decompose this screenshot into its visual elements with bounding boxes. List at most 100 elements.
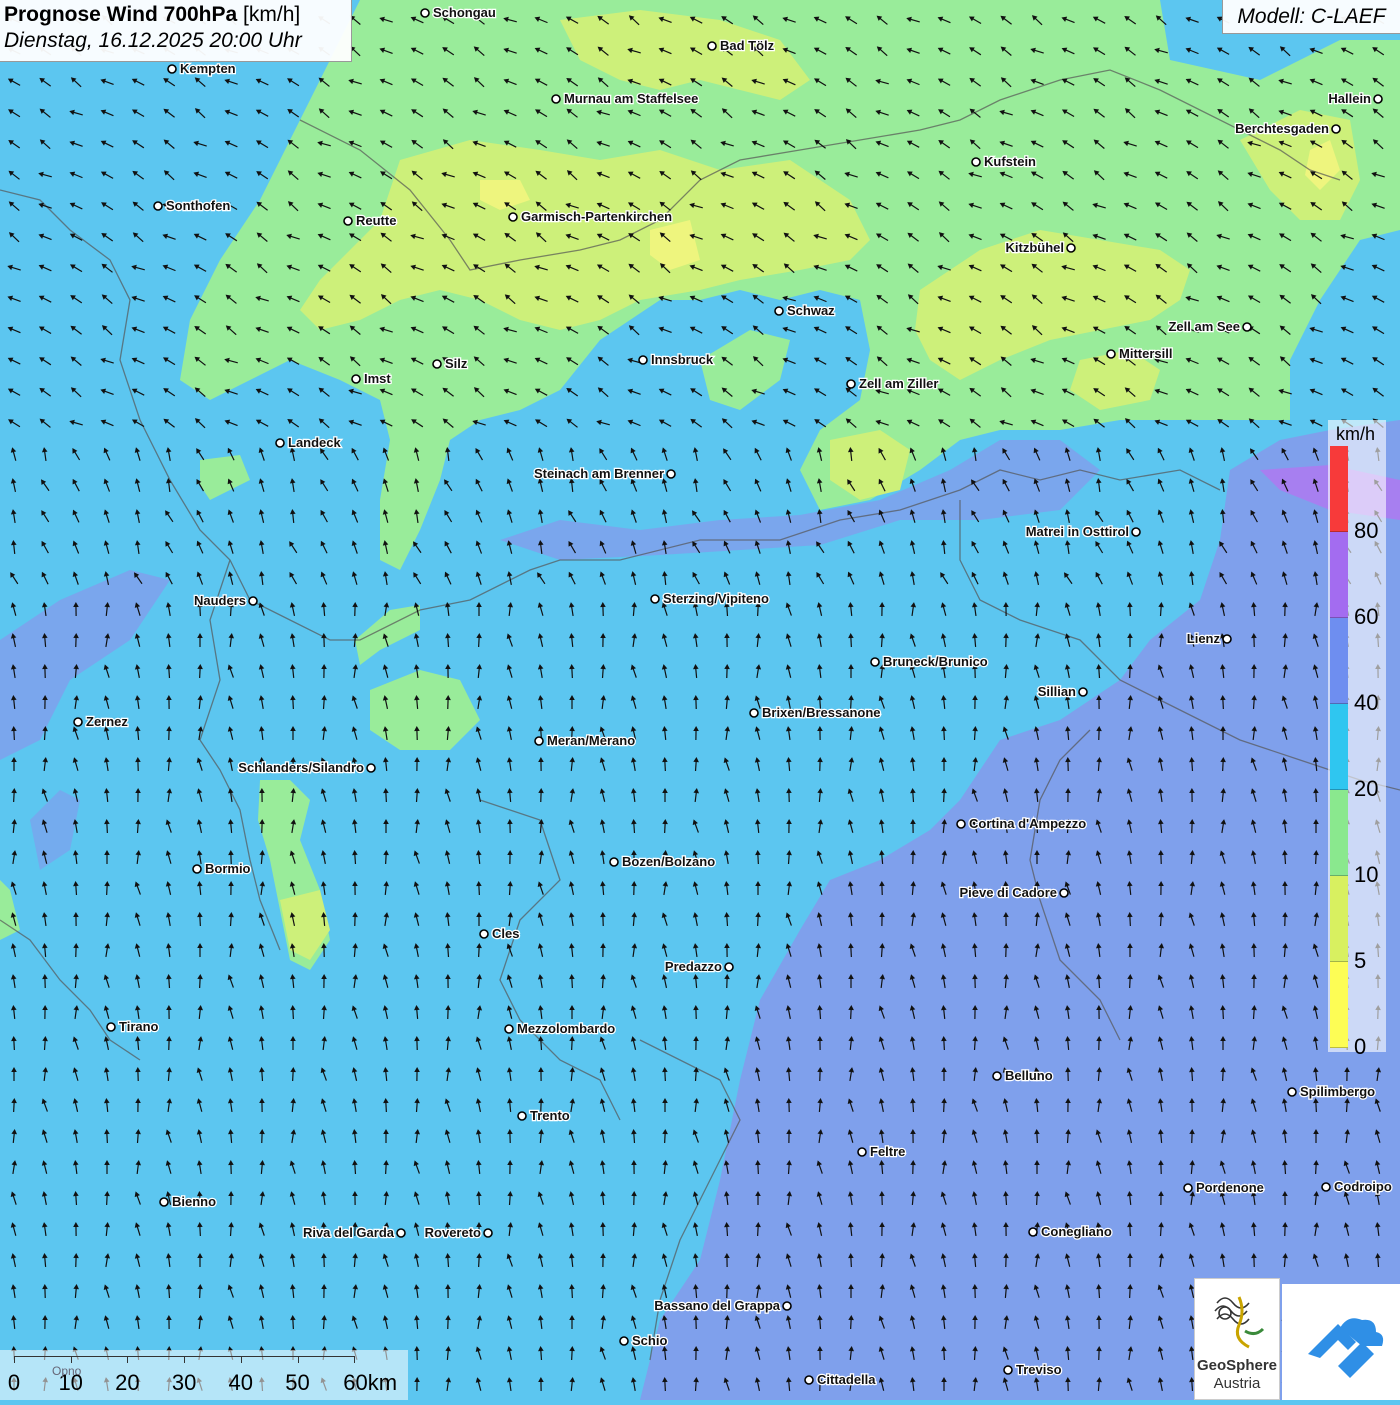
city-label: Steinach am Brenner: [534, 466, 664, 481]
city-label: Meran/Merano: [547, 733, 635, 748]
city-marker[interactable]: Cortina d'Ampezzo: [957, 816, 1086, 831]
city-marker-icon: [775, 307, 783, 315]
brand-logo[interactable]: [1282, 1284, 1400, 1400]
city-label: Pieve di Cadore: [959, 885, 1057, 900]
city-marker-icon: [1374, 95, 1382, 103]
city-marker-icon: [505, 1025, 513, 1033]
city-label: Bienno: [172, 1194, 216, 1209]
city-label: Feltre: [870, 1144, 905, 1159]
legend-unit: km/h: [1336, 424, 1375, 445]
city-marker[interactable]: Conegliano: [1029, 1224, 1112, 1239]
city-label: Bormio: [205, 861, 251, 876]
city-marker[interactable]: Bozen/Bolzano: [610, 854, 715, 869]
city-marker-icon: [847, 380, 855, 388]
city-label: Bozen/Bolzano: [622, 854, 715, 869]
geosphere-logo-icon: [1195, 1283, 1279, 1359]
city-label: Cittadella: [817, 1372, 876, 1387]
city-marker[interactable]: Spilimbergo: [1288, 1084, 1375, 1099]
scale-tick: [127, 1356, 128, 1363]
scale-tick: [71, 1356, 72, 1363]
city-label: Predazzo: [665, 959, 722, 974]
city-marker[interactable]: Bruneck/Brunico: [871, 654, 988, 669]
city-marker[interactable]: Pordenone: [1184, 1180, 1264, 1195]
city-marker[interactable]: Innsbruck: [639, 352, 714, 367]
city-marker-icon: [160, 1198, 168, 1206]
city-marker-icon: [1243, 323, 1251, 331]
model-label: Modell: C-LAEF: [1222, 0, 1400, 34]
city-label: Innsbruck: [651, 352, 714, 367]
city-marker-icon: [1067, 244, 1075, 252]
wind-map[interactable]: SchongauBad TölzKemptenMurnau am Staffel…: [0, 0, 1400, 1400]
city-marker[interactable]: Sonthofen: [154, 198, 230, 213]
city-marker[interactable]: Sterzing/Vipiteno: [651, 591, 769, 606]
city-marker[interactable]: Schlanders/Silandro: [238, 760, 375, 775]
city-label: Conegliano: [1041, 1224, 1112, 1239]
color-legend: km/h 806040201050: [1328, 420, 1386, 1052]
legend-label: 40: [1354, 690, 1378, 716]
city-marker-icon: [535, 737, 543, 745]
city-marker-icon: [1184, 1184, 1192, 1192]
legend-label: 0: [1354, 1034, 1366, 1060]
city-marker[interactable]: Mezzolombardo: [505, 1021, 615, 1036]
scale-tick: [298, 1356, 299, 1363]
city-label: Treviso: [1016, 1362, 1062, 1377]
city-label: Schwaz: [787, 303, 835, 318]
city-label: Mezzolombardo: [517, 1021, 615, 1036]
city-label: Berchtesgaden: [1235, 121, 1329, 136]
city-marker-icon: [74, 718, 82, 726]
geosphere-logo[interactable]: GeoSphere Austria: [1194, 1278, 1280, 1400]
city-marker[interactable]: Riva del Garda: [303, 1225, 405, 1240]
city-marker-icon: [193, 865, 201, 873]
city-marker-icon: [708, 42, 716, 50]
legend-label: 80: [1354, 518, 1378, 544]
city-marker-icon: [249, 597, 257, 605]
city-label: Reutte: [356, 213, 396, 228]
city-marker[interactable]: Schongau: [421, 5, 496, 20]
city-marker-icon: [367, 764, 375, 772]
city-label: Cles: [492, 926, 519, 941]
city-marker-icon: [651, 595, 659, 603]
title-box: Prognose Wind 700hPa [km/h] Dienstag, 16…: [0, 0, 352, 62]
city-label: Zell am See: [1168, 319, 1240, 334]
city-marker[interactable]: Zell am See: [1168, 319, 1251, 334]
city-marker[interactable]: Bassano del Grappa: [654, 1298, 791, 1313]
city-label: Kitzbühel: [1006, 240, 1065, 255]
city-marker-icon: [154, 202, 162, 210]
city-marker[interactable]: Matrei in Osttirol: [1026, 524, 1140, 539]
city-marker-icon: [480, 930, 488, 938]
city-marker-icon: [1107, 350, 1115, 358]
city-marker-icon: [421, 9, 429, 17]
city-marker-icon: [993, 1072, 1001, 1080]
city-marker[interactable]: Brixen/Bressanone: [750, 705, 881, 720]
city-marker[interactable]: Steinach am Brenner: [534, 466, 675, 481]
scale-bar: 0102030405060kmOpno: [0, 1350, 408, 1400]
legend-swatch: [1330, 962, 1348, 1048]
city-label: Trento: [530, 1108, 570, 1123]
city-marker-icon: [484, 1229, 492, 1237]
scale-tick: [14, 1356, 15, 1363]
city-label: Schlanders/Silandro: [238, 760, 364, 775]
city-marker[interactable]: Murnau am Staffelsee: [552, 91, 698, 106]
city-label: Zernez: [86, 714, 128, 729]
city-marker-icon: [725, 963, 733, 971]
city-label: Bassano del Grappa: [654, 1298, 780, 1313]
legend-label: 5: [1354, 948, 1366, 974]
city-marker-icon: [1079, 688, 1087, 696]
city-marker[interactable]: Garmisch-Partenkirchen: [509, 209, 672, 224]
city-marker[interactable]: Zell am Ziller: [847, 376, 938, 391]
city-marker[interactable]: Meran/Merano: [535, 733, 635, 748]
scale-label: 60km: [343, 1370, 397, 1396]
city-label: Landeck: [288, 435, 342, 450]
city-marker-icon: [276, 439, 284, 447]
city-label: Sillian: [1038, 684, 1076, 699]
city-marker-icon: [639, 356, 647, 364]
city-label: Schongau: [433, 5, 496, 20]
title-unit: [km/h]: [243, 3, 300, 26]
city-marker[interactable]: Pieve di Cadore: [959, 885, 1068, 900]
city-label: Nauders: [194, 593, 246, 608]
scale-label: 30: [172, 1370, 196, 1396]
city-marker[interactable]: Berchtesgaden: [1235, 121, 1340, 136]
city-label: Rovereto: [425, 1225, 481, 1240]
map-title: Prognose Wind 700hPa [km/h]: [4, 3, 347, 27]
city-label: Zell am Ziller: [859, 376, 938, 391]
